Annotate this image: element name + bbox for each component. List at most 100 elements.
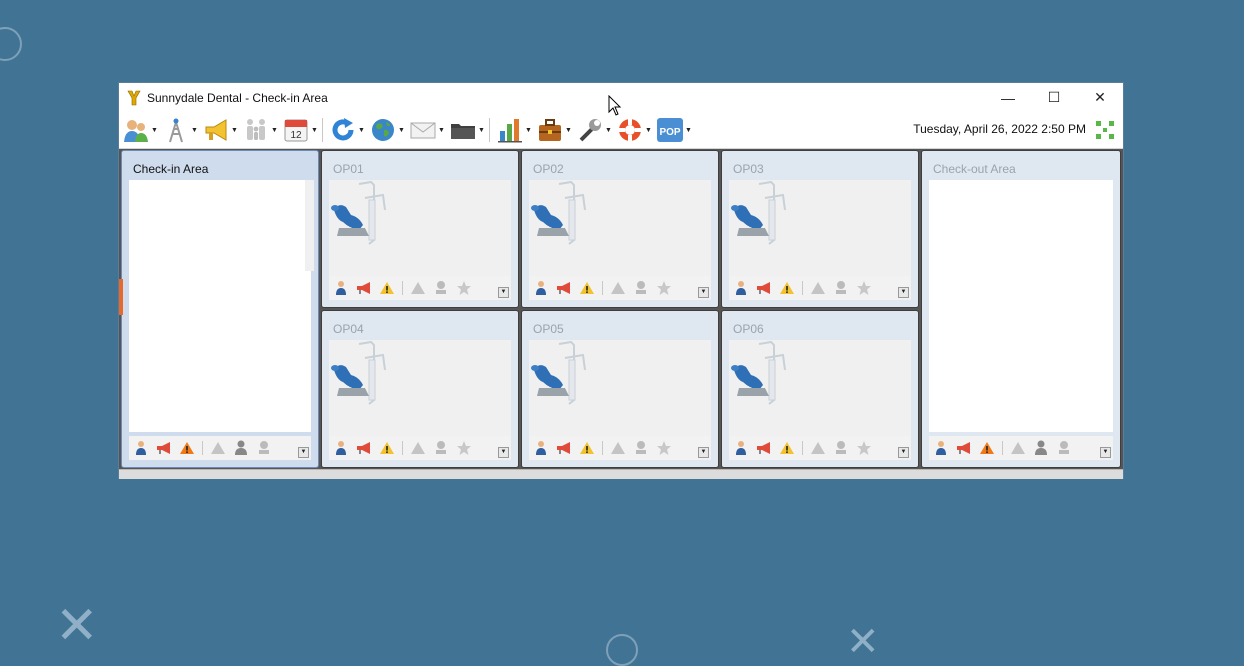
patient-icon[interactable] bbox=[933, 440, 949, 456]
alert-grey-icon[interactable] bbox=[410, 280, 426, 296]
chevron-down-icon[interactable]: ▼ bbox=[438, 127, 446, 134]
chevron-down-icon[interactable]: ▼ bbox=[191, 127, 199, 134]
megaphone-icon[interactable] bbox=[556, 440, 572, 456]
stamp-icon[interactable] bbox=[256, 440, 272, 456]
patients-button[interactable]: ▼ bbox=[122, 115, 159, 145]
warning-icon[interactable] bbox=[179, 440, 195, 456]
chevron-down-icon[interactable]: ▼ bbox=[151, 127, 159, 134]
alert-grey-icon[interactable] bbox=[810, 280, 826, 296]
alert-grey-icon[interactable] bbox=[210, 440, 226, 456]
stamp-icon[interactable] bbox=[433, 280, 449, 296]
star-icon[interactable] bbox=[856, 440, 872, 456]
op-body[interactable] bbox=[529, 340, 711, 436]
scrollbar[interactable] bbox=[305, 180, 314, 271]
patient-icon[interactable] bbox=[733, 440, 749, 456]
checkin-patient-list[interactable] bbox=[129, 180, 311, 432]
refresh-button[interactable]: ▼ bbox=[329, 115, 366, 145]
calendar-button[interactable]: 12 ▼ bbox=[282, 115, 319, 145]
person-icon[interactable] bbox=[233, 440, 249, 456]
alert-grey-icon[interactable] bbox=[610, 280, 626, 296]
help-button[interactable]: ▼ bbox=[616, 115, 653, 145]
tools-button[interactable]: ▼ bbox=[576, 115, 613, 145]
alert-grey-icon[interactable] bbox=[810, 440, 826, 456]
stamp-icon[interactable] bbox=[833, 440, 849, 456]
star-icon[interactable] bbox=[856, 280, 872, 296]
op-panel-3[interactable]: OP03 ▼ bbox=[721, 150, 919, 308]
op-body[interactable] bbox=[529, 180, 711, 276]
star-icon[interactable] bbox=[456, 280, 472, 296]
warning-icon[interactable] bbox=[579, 440, 595, 456]
megaphone-icon[interactable] bbox=[156, 440, 172, 456]
chevron-down-icon[interactable]: ▼ bbox=[685, 127, 693, 134]
chevron-down-icon[interactable]: ▼ bbox=[898, 287, 909, 298]
warning-icon[interactable] bbox=[579, 280, 595, 296]
op-panel-2[interactable]: OP02 ▼ bbox=[521, 150, 719, 308]
stamp-icon[interactable] bbox=[833, 280, 849, 296]
family-button[interactable]: ▼ bbox=[242, 115, 279, 145]
patient-icon[interactable] bbox=[533, 440, 549, 456]
folder-button[interactable]: ▼ bbox=[449, 115, 486, 145]
alert-grey-icon[interactable] bbox=[410, 440, 426, 456]
warning-icon[interactable] bbox=[379, 280, 395, 296]
patient-icon[interactable] bbox=[333, 440, 349, 456]
megaphone-icon[interactable] bbox=[956, 440, 972, 456]
stamp-icon[interactable] bbox=[433, 440, 449, 456]
stamp-icon[interactable] bbox=[633, 440, 649, 456]
megaphone-icon[interactable] bbox=[356, 280, 372, 296]
op-body[interactable] bbox=[329, 180, 511, 276]
chevron-down-icon[interactable]: ▼ bbox=[525, 127, 533, 134]
warning-icon[interactable] bbox=[779, 440, 795, 456]
chevron-down-icon[interactable]: ▼ bbox=[398, 127, 406, 134]
patient-icon[interactable] bbox=[333, 280, 349, 296]
stamp-icon[interactable] bbox=[633, 280, 649, 296]
alert-grey-icon[interactable] bbox=[1010, 440, 1026, 456]
patient-icon[interactable] bbox=[533, 280, 549, 296]
layout-grid-icon[interactable] bbox=[1095, 120, 1115, 140]
chevron-down-icon[interactable]: ▼ bbox=[605, 127, 613, 134]
chevron-down-icon[interactable]: ▼ bbox=[565, 127, 573, 134]
mail-button[interactable]: ▼ bbox=[409, 115, 446, 145]
chevron-down-icon[interactable]: ▼ bbox=[698, 447, 709, 458]
op-panel-5[interactable]: OP05 ▼ bbox=[521, 310, 719, 468]
pop-button[interactable]: POP ▼ bbox=[656, 115, 693, 145]
chevron-down-icon[interactable]: ▼ bbox=[478, 127, 486, 134]
warning-icon[interactable] bbox=[979, 440, 995, 456]
megaphone-icon[interactable] bbox=[556, 280, 572, 296]
op-panel-4[interactable]: OP04 ▼ bbox=[321, 310, 519, 468]
chevron-down-icon[interactable]: ▼ bbox=[298, 447, 309, 458]
chevron-down-icon[interactable]: ▼ bbox=[271, 127, 279, 134]
maximize-button[interactable]: ☐ bbox=[1031, 83, 1077, 112]
megaphone-icon[interactable] bbox=[356, 440, 372, 456]
op-panel-1[interactable]: OP01 ▼ bbox=[321, 150, 519, 308]
minimize-button[interactable]: — bbox=[985, 83, 1031, 112]
megaphone-icon[interactable] bbox=[756, 280, 772, 296]
chevron-down-icon[interactable]: ▼ bbox=[698, 287, 709, 298]
antenna-button[interactable]: ▼ bbox=[162, 115, 199, 145]
op-body[interactable] bbox=[729, 180, 911, 276]
op-panel-6[interactable]: OP06 ▼ bbox=[721, 310, 919, 468]
star-icon[interactable] bbox=[656, 440, 672, 456]
warning-icon[interactable] bbox=[779, 280, 795, 296]
person-icon[interactable] bbox=[1033, 440, 1049, 456]
checkin-area-panel[interactable]: Check-in Area ▼ bbox=[119, 150, 319, 468]
chevron-down-icon[interactable]: ▼ bbox=[311, 127, 319, 134]
patient-icon[interactable] bbox=[733, 280, 749, 296]
chevron-down-icon[interactable]: ▼ bbox=[231, 127, 239, 134]
star-icon[interactable] bbox=[456, 440, 472, 456]
megaphone-icon[interactable] bbox=[756, 440, 772, 456]
op-body[interactable] bbox=[329, 340, 511, 436]
briefcase-button[interactable]: ▼ bbox=[536, 115, 573, 145]
globe-button[interactable]: ▼ bbox=[369, 115, 406, 145]
patient-icon[interactable] bbox=[133, 440, 149, 456]
chevron-down-icon[interactable]: ▼ bbox=[358, 127, 366, 134]
chevron-down-icon[interactable]: ▼ bbox=[1100, 447, 1111, 458]
alert-grey-icon[interactable] bbox=[610, 440, 626, 456]
chevron-down-icon[interactable]: ▼ bbox=[498, 287, 509, 298]
stamp-icon[interactable] bbox=[1056, 440, 1072, 456]
checkout-area-panel[interactable]: Check-out Area ▼ bbox=[921, 150, 1121, 468]
star-icon[interactable] bbox=[656, 280, 672, 296]
warning-icon[interactable] bbox=[379, 440, 395, 456]
chevron-down-icon[interactable]: ▼ bbox=[498, 447, 509, 458]
checkout-patient-list[interactable] bbox=[929, 180, 1113, 432]
reports-button[interactable]: ▼ bbox=[496, 115, 533, 145]
